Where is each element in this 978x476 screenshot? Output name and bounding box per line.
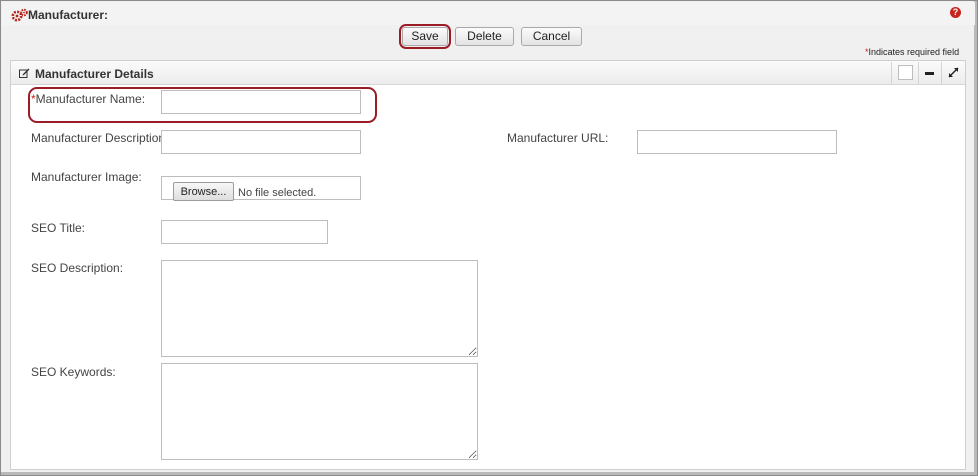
seo-title-input[interactable] — [161, 220, 328, 244]
expand-icon[interactable] — [948, 67, 959, 78]
cancel-button[interactable]: Cancel — [521, 27, 582, 46]
manufacturer-url-label: Manufacturer URL: — [507, 131, 609, 145]
browse-button[interactable]: Browse... — [173, 182, 234, 201]
seo-keywords-label: SEO Keywords: — [31, 365, 116, 379]
manufacturer-name-label-text: Manufacturer Name: — [35, 92, 146, 106]
panel-title: Manufacturer Details — [35, 67, 154, 81]
panel-header: Manufacturer Details — [11, 61, 965, 85]
gears-icon — [11, 8, 28, 22]
manufacturer-description-label: Manufacturer Description: — [31, 131, 169, 145]
manufacturer-image-file-input[interactable]: Browse... No file selected. — [161, 176, 361, 201]
seo-title-label: SEO Title: — [31, 221, 86, 235]
seo-description-textarea[interactable] — [161, 260, 478, 357]
required-field-note: *Indicates required field — [865, 47, 959, 57]
manufacturer-image-label: Manufacturer Image: — [31, 170, 142, 184]
file-status-text: No file selected. — [238, 187, 317, 199]
manufacturer-name-input[interactable] — [161, 90, 361, 114]
header-divider — [918, 62, 919, 84]
save-button[interactable]: Save — [402, 27, 448, 46]
required-note-text: Indicates required field — [868, 47, 960, 57]
manufacturer-description-input[interactable] — [161, 130, 361, 154]
minimize-icon[interactable] — [925, 72, 934, 75]
help-icon[interactable]: ? — [950, 7, 961, 18]
page-title: Manufacturer: — [28, 8, 109, 22]
manufacturer-name-label: *Manufacturer Name: — [31, 92, 145, 106]
header-divider — [941, 62, 942, 84]
header-divider — [891, 62, 892, 84]
edit-icon — [19, 68, 30, 78]
delete-button[interactable]: Delete — [455, 27, 514, 46]
seo-description-label: SEO Description: — [31, 261, 124, 275]
seo-keywords-textarea[interactable] — [161, 363, 478, 460]
panel-option-box[interactable] — [898, 65, 913, 80]
app-frame: Manufacturer: ? Save Delete Cancel *Indi… — [0, 0, 978, 476]
manufacturer-url-input[interactable] — [637, 130, 837, 154]
page-header: Manufacturer: ? — [2, 2, 975, 25]
